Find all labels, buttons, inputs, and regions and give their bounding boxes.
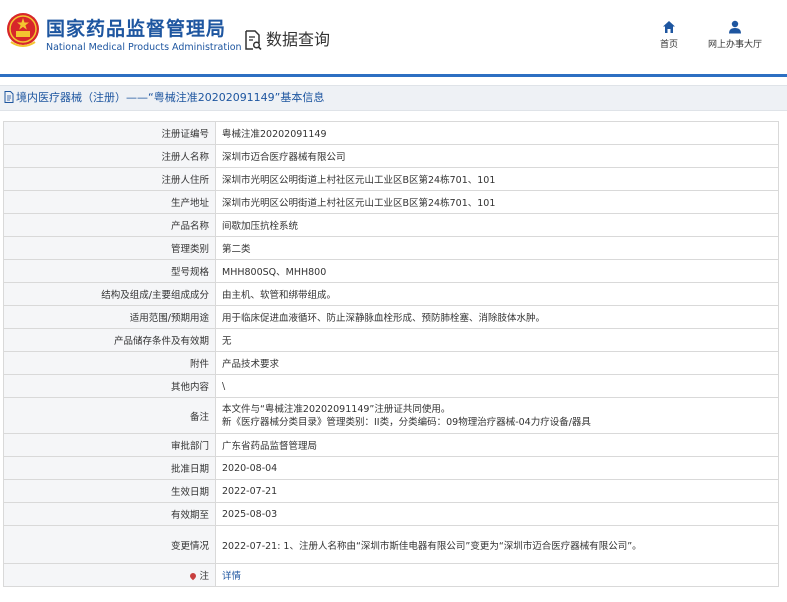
row-value: 深圳市迈合医疗器械有限公司	[215, 144, 779, 168]
page-title: 境内医疗器械（注册）——“粤械注准20202091149”基本信息	[16, 91, 325, 104]
table-row: 生产地址 深圳市光明区公明街道上村社区元山工业区B区第24栋701、101	[3, 190, 779, 214]
row-label: 型号规格	[3, 259, 216, 283]
registration-info-table: 注册证编号 粤械注准20202091149 注册人名称 深圳市迈合医疗器械有限公…	[3, 121, 779, 587]
document-icon	[4, 91, 14, 103]
row-label: 批准日期	[3, 456, 216, 480]
details-link[interactable]: 详情	[222, 571, 241, 582]
row-value: 第二类	[215, 236, 779, 260]
row-label: 注册证编号	[3, 121, 216, 145]
row-value: 无	[215, 328, 779, 352]
nav-online-hall-label: 网上办事大厅	[707, 40, 762, 50]
site-header: 国家药品监督管理局 National Medical Products Admi…	[0, 0, 787, 74]
table-row: 注册人住所 深圳市光明区公明街道上村社区元山工业区B区第24栋701、101	[3, 167, 779, 191]
row-value: 深圳市光明区公明街道上村社区元山工业区B区第24栋701、101	[215, 190, 779, 214]
table-row: 适用范围/预期用途 用于临床促进血液循环、防止深静脉血栓形成、预防肺栓塞、消除肢…	[3, 305, 779, 329]
table-row: 注册证编号 粤械注准20202091149	[3, 121, 779, 145]
row-label: 其他内容	[3, 374, 216, 398]
table-row: 型号规格 MHH800SQ、MHH800	[3, 259, 779, 283]
user-icon	[729, 20, 741, 34]
row-value: \	[215, 374, 779, 398]
table-row: 审批部门 广东省药品监督管理局	[3, 433, 779, 457]
row-label: 备注	[3, 397, 216, 434]
table-row: 变更情况 2022-07-21: 1、注册人名称由“深圳市斯佳电器有限公司”变更…	[3, 525, 779, 564]
table-row: 结构及组成/主要组成成分 由主机、软管和绑带组成。	[3, 282, 779, 306]
remark-line: 本文件与“粤械注准20202091149”注册证共同使用。	[222, 403, 451, 415]
row-value: 由主机、软管和绑带组成。	[215, 282, 779, 306]
document-search-icon	[245, 30, 262, 51]
table-row: 备注 本文件与“粤械注准20202091149”注册证共同使用。 新《医疗器械分…	[3, 397, 779, 434]
row-label: 变更情况	[3, 525, 216, 564]
row-value: MHH800SQ、MHH800	[215, 259, 779, 283]
nav-home-label: 首页	[659, 40, 678, 50]
row-value: 2025-08-03	[215, 502, 779, 526]
row-value: 产品技术要求	[215, 351, 779, 375]
row-label: 注	[3, 563, 216, 587]
row-value: 广东省药品监督管理局	[215, 433, 779, 457]
row-label: 注册人名称	[3, 144, 216, 168]
note-label: 注	[199, 571, 209, 582]
row-label: 产品储存条件及有效期	[3, 328, 216, 352]
pin-icon	[189, 571, 198, 581]
row-label: 适用范围/预期用途	[3, 305, 216, 329]
row-label: 产品名称	[3, 213, 216, 237]
row-label: 结构及组成/主要组成成分	[3, 282, 216, 306]
row-value: 2022-07-21	[215, 479, 779, 503]
nav-home-button[interactable]: 首页	[655, 20, 683, 50]
row-value: 本文件与“粤械注准20202091149”注册证共同使用。 新《医疗器械分类目录…	[215, 397, 779, 434]
row-label: 有效期至	[3, 502, 216, 526]
row-label: 注册人住所	[3, 167, 216, 191]
table-row: 附件 产品技术要求	[3, 351, 779, 375]
table-row: 批准日期 2020-08-04	[3, 456, 779, 480]
row-value: 用于临床促进血液循环、防止深静脉血栓形成、预防肺栓塞、消除肢体水肿。	[215, 305, 779, 329]
page-title-bar: 境内医疗器械（注册）——“粤械注准20202091149”基本信息	[0, 85, 787, 111]
row-label: 生产地址	[3, 190, 216, 214]
row-value: 2020-08-04	[215, 456, 779, 480]
table-row: 产品储存条件及有效期 无	[3, 328, 779, 352]
nav-online-hall-button[interactable]: 网上办事大厅	[700, 20, 770, 50]
table-row: 注册人名称 深圳市迈合医疗器械有限公司	[3, 144, 779, 168]
row-value: 2022-07-21: 1、注册人名称由“深圳市斯佳电器有限公司”变更为“深圳市…	[215, 525, 779, 564]
row-value: 详情	[215, 563, 779, 587]
national-emblem-icon	[7, 13, 39, 47]
table-row: 生效日期 2022-07-21	[3, 479, 779, 503]
data-query-label: 数据查询	[266, 30, 331, 49]
table-row: 其他内容 \	[3, 374, 779, 398]
table-row: 有效期至 2025-08-03	[3, 502, 779, 526]
table-row: 管理类别 第二类	[3, 236, 779, 260]
row-value: 深圳市光明区公明街道上村社区元山工业区B区第24栋701、101	[215, 167, 779, 191]
table-row: 注 详情	[3, 563, 779, 587]
row-label: 管理类别	[3, 236, 216, 260]
table-row: 产品名称 间歇加压抗栓系统	[3, 213, 779, 237]
agency-name-en: National Medical Products Administration	[46, 42, 242, 53]
row-value: 间歇加压抗栓系统	[215, 213, 779, 237]
row-label: 生效日期	[3, 479, 216, 503]
agency-name-cn: 国家药品监督管理局	[46, 18, 227, 40]
row-label: 附件	[3, 351, 216, 375]
home-icon	[663, 21, 675, 33]
row-label: 审批部门	[3, 433, 216, 457]
data-query-link[interactable]: 数据查询	[244, 26, 331, 51]
row-value: 粤械注准20202091149	[215, 121, 779, 145]
remark-line: 新《医疗器械分类目录》管理类别：II类，分类编码：09物理治疗器械-04力疗设备…	[222, 416, 591, 428]
